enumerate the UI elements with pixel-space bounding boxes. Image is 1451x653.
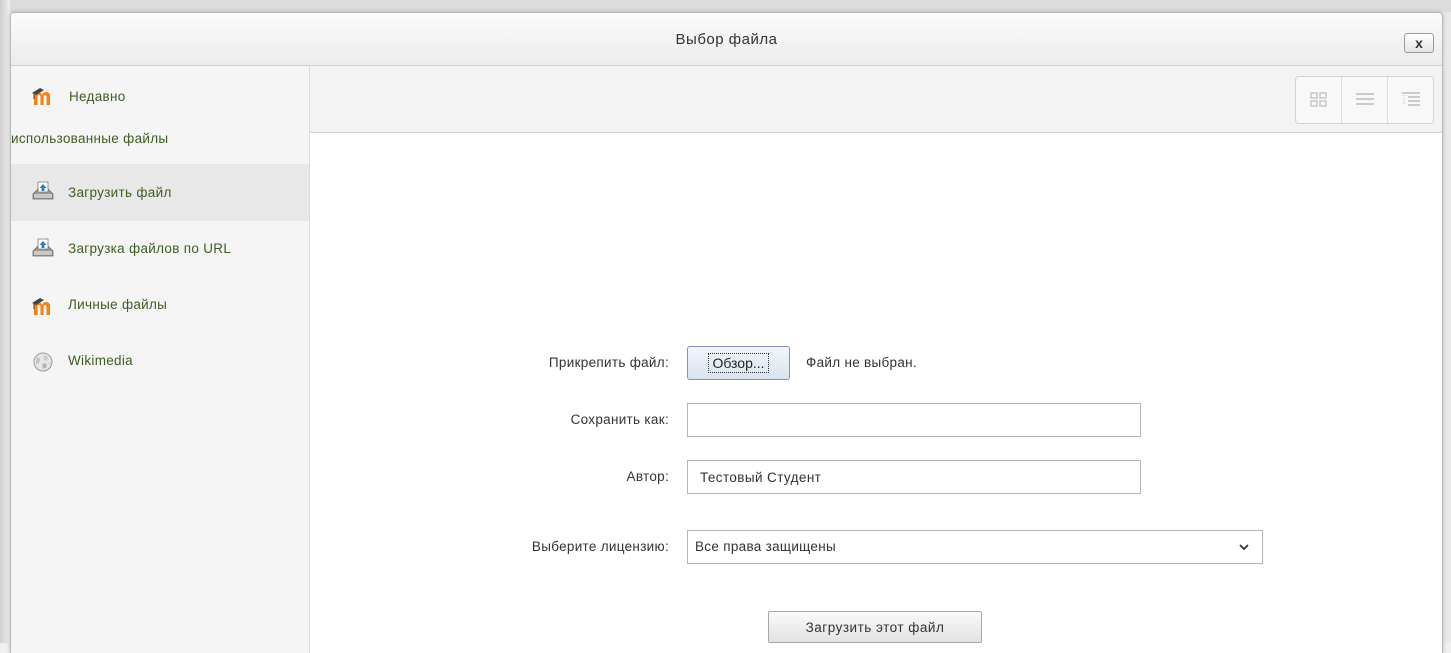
moodle-icon xyxy=(32,298,50,315)
list-view-icon xyxy=(1355,93,1374,105)
sidebar-item-private-files[interactable]: Личные файлы xyxy=(11,278,309,335)
tree-view-button[interactable] xyxy=(1388,77,1433,123)
repository-sidebar: Недавно использованные файлы Загрузить ф… xyxy=(11,66,310,653)
close-button[interactable]: x xyxy=(1404,33,1434,53)
wikimedia-globe-icon xyxy=(33,352,53,372)
list-view-button[interactable] xyxy=(1342,77,1388,123)
dialog-title: Выбор файла xyxy=(675,31,778,48)
sidebar-item-label: Загрузить файл xyxy=(68,185,172,200)
license-selected-value: Все права защищены xyxy=(695,539,836,554)
file-picker-dialog: Выбор файла x Недавно использованные фай… xyxy=(10,12,1443,653)
grid-view-button[interactable] xyxy=(1296,77,1342,123)
upload-url-icon xyxy=(32,238,54,257)
backdrop-left-edge xyxy=(0,0,10,643)
file-view-toolbar xyxy=(310,66,1442,133)
no-file-selected-text: Файл не выбран. xyxy=(806,355,917,370)
sidebar-item-label: Загрузка файлов по URL xyxy=(68,241,232,256)
sidebar-item-wikimedia[interactable]: Wikimedia xyxy=(11,335,309,392)
sidebar-item-label: использованные файлы xyxy=(11,131,169,146)
dialog-titlebar: Выбор файла x xyxy=(11,13,1442,66)
save-as-input[interactable] xyxy=(687,403,1141,437)
upload-icon xyxy=(32,181,54,200)
license-select[interactable]: Все права защищены xyxy=(687,530,1263,564)
author-label: Автор: xyxy=(626,469,669,484)
grid-view-icon xyxy=(1309,92,1327,107)
upload-form: Прикрепить файл: Обзор... Файл не выбран… xyxy=(310,133,1442,653)
sidebar-item-label: Недавно xyxy=(69,89,126,104)
save-as-label: Сохранить как: xyxy=(570,412,669,427)
backdrop-top-strip xyxy=(0,0,1451,12)
sidebar-item-url-download[interactable]: Загрузка файлов по URL xyxy=(11,221,309,278)
chevron-down-icon xyxy=(1239,544,1249,551)
sidebar-item-recent-files[interactable]: Недавно использованные файлы xyxy=(11,66,309,164)
sidebar-item-label: Wikimedia xyxy=(68,353,133,368)
tree-view-icon xyxy=(1401,92,1420,106)
moodle-icon xyxy=(32,88,50,105)
sidebar-item-upload-file[interactable]: Загрузить файл xyxy=(11,164,309,221)
browse-button[interactable]: Обзор... xyxy=(687,346,790,380)
author-input[interactable] xyxy=(687,460,1141,494)
browse-button-label: Обзор... xyxy=(708,353,769,373)
attach-file-label: Прикрепить файл: xyxy=(548,355,669,370)
view-mode-switcher xyxy=(1295,76,1434,124)
license-label: Выберите лицензию: xyxy=(531,539,669,554)
upload-this-file-button[interactable]: Загрузить этот файл xyxy=(768,611,982,643)
sidebar-item-label: Личные файлы xyxy=(68,297,168,312)
